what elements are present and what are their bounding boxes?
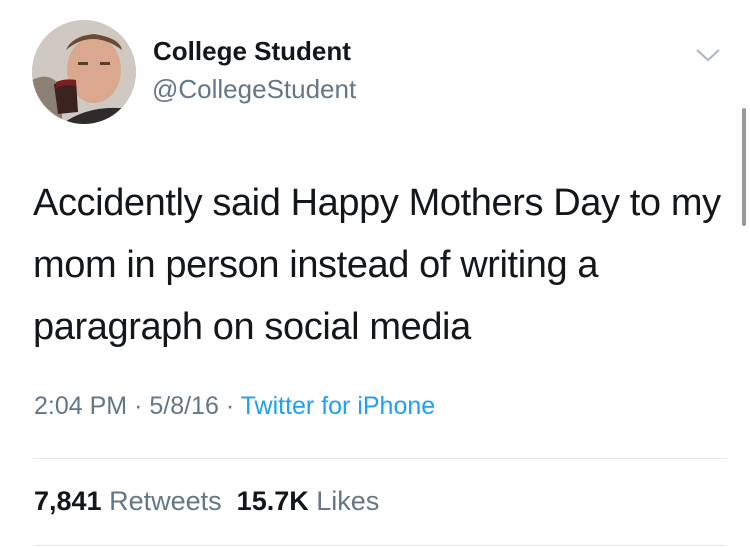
tweet-stats: 7,841 Retweets 15.7K Likes <box>34 486 379 517</box>
likes-stat[interactable]: 15.7K Likes <box>237 486 380 516</box>
divider <box>34 545 726 546</box>
tweet-time: 2:04 PM <box>34 392 128 420</box>
meta-separator: · <box>225 392 235 420</box>
likes-label: Likes <box>316 486 380 516</box>
likes-count: 15.7K <box>236 486 309 516</box>
retweets-count: 7,841 <box>34 486 102 516</box>
divider <box>34 458 726 459</box>
tweet-meta: 2:04 PM · 5/8/16 · Twitter for iPhone <box>34 392 435 421</box>
profile-photo-icon <box>32 20 136 124</box>
tweet-source-link[interactable]: Twitter for iPhone <box>241 392 436 420</box>
meta-separator: · <box>134 392 143 420</box>
chevron-down-icon[interactable] <box>695 46 721 64</box>
avatar[interactable] <box>32 20 136 124</box>
user-handle[interactable]: @CollegeStudent <box>152 74 356 105</box>
display-name[interactable]: College Student <box>153 36 351 67</box>
scrollbar[interactable] <box>742 108 746 226</box>
tweet-date: 5/8/16 <box>149 392 219 420</box>
retweets-stat[interactable]: 7,841 Retweets <box>34 486 222 516</box>
retweets-label: Retweets <box>109 486 222 516</box>
tweet-text: Accidently said Happy Mothers Day to my … <box>33 182 721 348</box>
